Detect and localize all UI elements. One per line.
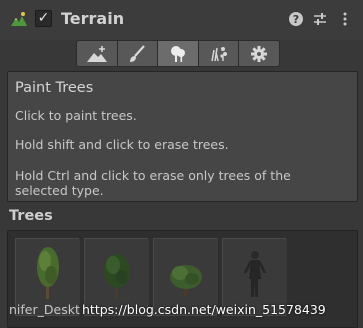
watermark-text: https://blog.csdn.net/weixin_51578439	[82, 302, 326, 317]
terrain-settings-gear-icon	[251, 45, 268, 62]
trees-section-label: Trees	[9, 208, 53, 224]
component-title: Terrain	[61, 9, 125, 28]
bush-tree-thumbnail	[154, 239, 218, 305]
help-line: Hold shift and click to erase trees.	[15, 137, 229, 152]
paint-trees-icon	[170, 45, 185, 62]
paint-brush-icon	[130, 44, 146, 62]
terrain-tools-toolbar	[76, 40, 284, 67]
tool-terrain-settings[interactable]	[238, 40, 280, 67]
help-title: Paint Trees	[15, 80, 94, 96]
raise-lower-terrain-icon	[86, 45, 107, 62]
tool-paint-texture[interactable]	[116, 40, 159, 67]
more-options-icon[interactable]	[337, 11, 353, 27]
tool-paint-details[interactable]	[197, 40, 240, 67]
help-icon[interactable]: ?	[288, 11, 304, 27]
conifer-tree-thumbnail	[16, 239, 80, 305]
paint-details-icon	[210, 46, 227, 61]
component-enabled-checkbox[interactable]: ✓	[35, 10, 52, 27]
help-line: Click to paint trees.	[15, 108, 137, 123]
svg-text:?: ?	[293, 13, 299, 26]
component-header: ✓ Terrain ?	[0, 0, 363, 40]
terrain-inspector: ✓ Terrain ? Paint Trees Click to paint t…	[0, 0, 363, 328]
broadleaf-tree-thumbnail	[85, 239, 149, 305]
character-model-thumbnail	[223, 239, 287, 305]
tool-raise-lower[interactable]	[76, 40, 118, 67]
paint-trees-help-box: Paint Trees Click to paint trees. Hold s…	[7, 71, 358, 202]
settings-sliders-icon[interactable]	[312, 11, 328, 27]
help-line: Hold Ctrl and click to erase only trees …	[15, 168, 291, 198]
terrain-icon	[10, 10, 28, 28]
tool-paint-trees[interactable]	[157, 40, 199, 67]
